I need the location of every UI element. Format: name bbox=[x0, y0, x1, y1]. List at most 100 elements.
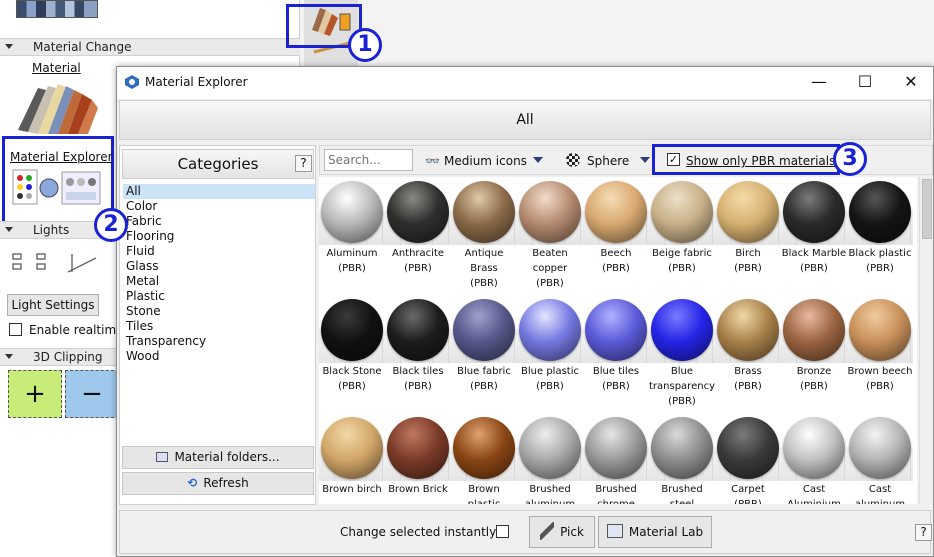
material-pbr-tag: (PBR) bbox=[668, 396, 696, 407]
material-tile[interactable]: Brown Brick bbox=[385, 415, 451, 497]
preview-shape-chevron-down-icon[interactable] bbox=[640, 157, 650, 163]
material-tile[interactable]: Brushed steel bbox=[649, 415, 715, 504]
material-sphere-preview bbox=[849, 299, 911, 361]
material-tile[interactable]: Blue tiles (PBR) bbox=[583, 297, 649, 394]
bottom-help-button[interactable]: ? bbox=[915, 524, 932, 541]
category-item[interactable]: Color bbox=[123, 199, 315, 214]
3d-clipping-title: 3D Clipping bbox=[33, 350, 103, 364]
all-category-bar[interactable]: All bbox=[119, 100, 931, 140]
material-pbr-tag: (PBR) bbox=[338, 381, 366, 392]
material-name: Blue fabric bbox=[457, 366, 511, 377]
category-item[interactable]: Tiles bbox=[123, 319, 315, 334]
dialog-title-bar[interactable]: Material Explorer — ☐ ✕ bbox=[117, 67, 933, 99]
material-name: Brown plastic bbox=[468, 484, 501, 504]
scene-gallery-thumbnail[interactable] bbox=[16, 0, 98, 18]
category-item[interactable]: Transparency bbox=[123, 334, 315, 349]
material-folders-button[interactable]: Material folders... bbox=[122, 446, 314, 469]
category-item[interactable]: Flooring bbox=[123, 229, 315, 244]
materials-scrollbar[interactable] bbox=[919, 177, 933, 504]
category-item[interactable]: All bbox=[123, 184, 315, 199]
material-name: Anthracite bbox=[391, 248, 445, 259]
category-list: All Color Fabric Flooring Fluid Glass Metal Pla… bbox=[123, 184, 315, 364]
material-tile[interactable]: Brushed aluminum bbox=[517, 415, 583, 504]
material-pbr-tag: (PBR) bbox=[866, 381, 894, 392]
material-link[interactable]: Material bbox=[32, 61, 81, 75]
material-tile[interactable]: Brown birch bbox=[319, 415, 385, 497]
glasses-icon: 👓 bbox=[425, 154, 440, 168]
material-tile[interactable]: Birch (PBR) bbox=[715, 179, 781, 276]
material-lab-label: Material Lab bbox=[628, 525, 704, 539]
material-sphere-preview bbox=[585, 181, 647, 243]
material-pbr-tag: (PBR) bbox=[800, 263, 828, 274]
material-explorer-link[interactable]: Material Explorer bbox=[10, 150, 113, 164]
material-sphere-preview bbox=[585, 417, 647, 479]
add-clipping-plane-button[interactable]: + bbox=[8, 370, 62, 418]
maximize-button[interactable]: ☐ bbox=[843, 71, 887, 95]
material-name: Blue plastic bbox=[521, 366, 579, 377]
material-tile[interactable]: Beech (PBR) bbox=[583, 179, 649, 276]
category-item[interactable]: Metal bbox=[123, 274, 315, 289]
material-pbr-tag: (PBR) bbox=[470, 278, 498, 289]
pbr-only-checkbox[interactable]: ✓ bbox=[667, 153, 680, 166]
enable-realtime-label: Enable realtime bbox=[29, 323, 124, 337]
material-tile[interactable]: Antique Brass (PBR) bbox=[451, 179, 517, 291]
material-lab-button[interactable]: Material Lab bbox=[598, 516, 712, 548]
material-tile[interactable]: Beige fabric (PBR) bbox=[649, 179, 715, 276]
categories-help-button[interactable]: ? bbox=[295, 155, 312, 172]
light-settings-button[interactable]: Light Settings bbox=[7, 294, 99, 316]
material-tile[interactable]: Black Marble (PBR) bbox=[781, 179, 847, 276]
pick-button[interactable]: Pick bbox=[529, 516, 595, 548]
material-tile[interactable]: Cast Aluminium bbox=[781, 415, 847, 504]
material-tile[interactable]: Brown plastic bbox=[451, 415, 517, 504]
material-sphere-preview bbox=[783, 417, 845, 479]
material-change-section-header[interactable]: Material Change bbox=[0, 38, 300, 56]
material-tile[interactable]: Bronze (PBR) bbox=[781, 297, 847, 394]
material-tile[interactable]: Black tiles (PBR) bbox=[385, 297, 451, 394]
scrollbar-thumb[interactable] bbox=[922, 179, 932, 239]
material-tile[interactable]: Anthracite (PBR) bbox=[385, 179, 451, 276]
category-item[interactable]: Fluid bbox=[123, 244, 315, 259]
remove-clipping-plane-button[interactable]: − bbox=[65, 370, 119, 418]
material-name: Cast aluminum bbox=[855, 484, 905, 504]
material-tile[interactable]: Black plastic (PBR) bbox=[847, 179, 913, 276]
preview-shape-dropdown[interactable]: Sphere bbox=[587, 154, 629, 168]
material-name: Brown birch bbox=[322, 484, 382, 495]
category-item[interactable]: Glass bbox=[123, 259, 315, 274]
material-sphere-preview bbox=[651, 181, 713, 243]
material-tile[interactable]: Aluminum (PBR) bbox=[319, 179, 385, 276]
light-presets-icon[interactable] bbox=[10, 250, 100, 276]
material-name: Blue tiles bbox=[592, 366, 640, 377]
material-pbr-tag: (PBR) bbox=[536, 278, 564, 289]
material-explorer-thumbnail-icon[interactable] bbox=[12, 168, 102, 208]
change-instantly-checkbox[interactable] bbox=[496, 525, 509, 538]
material-tile[interactable]: Brown beech (PBR) bbox=[847, 297, 913, 394]
material-tile[interactable]: Carpet (PBR) bbox=[715, 415, 781, 504]
category-item[interactable]: Stone bbox=[123, 304, 315, 319]
search-input[interactable] bbox=[324, 149, 413, 171]
close-button[interactable]: ✕ bbox=[889, 71, 933, 95]
refresh-button[interactable]: ⟲ Refresh bbox=[122, 472, 314, 495]
material-sphere-preview bbox=[453, 417, 515, 479]
material-name: Brushed steel bbox=[661, 484, 703, 504]
material-tile[interactable]: Brass (PBR) bbox=[715, 297, 781, 394]
material-tile[interactable]: Blue transparency (PBR) bbox=[649, 297, 715, 409]
material-tile[interactable]: Black Stone (PBR) bbox=[319, 297, 385, 394]
material-swatch-fan-icon[interactable] bbox=[8, 80, 100, 134]
enable-realtime-checkbox[interactable] bbox=[9, 323, 22, 336]
icon-size-dropdown[interactable]: Medium icons bbox=[444, 154, 527, 168]
material-sphere-preview bbox=[717, 417, 779, 479]
material-tile[interactable]: Blue fabric (PBR) bbox=[451, 297, 517, 394]
minimize-button[interactable]: — bbox=[797, 71, 841, 95]
category-item[interactable]: Plastic bbox=[123, 289, 315, 304]
material-tile[interactable]: Blue plastic (PBR) bbox=[517, 297, 583, 394]
icon-size-chevron-down-icon[interactable] bbox=[533, 157, 543, 163]
category-item[interactable]: Wood bbox=[123, 349, 315, 364]
material-tile[interactable]: Cast aluminum bbox=[847, 415, 913, 504]
pbr-only-label[interactable]: Show only PBR materials bbox=[686, 154, 835, 168]
material-sphere-preview bbox=[453, 181, 515, 243]
material-tile[interactable]: Beaten copper (PBR) bbox=[517, 179, 583, 291]
material-tile[interactable]: Brushed chrome bbox=[583, 415, 649, 504]
material-pbr-tag: (PBR) bbox=[866, 263, 894, 274]
category-item[interactable]: Fabric bbox=[123, 214, 315, 229]
material-sphere-preview bbox=[783, 299, 845, 361]
